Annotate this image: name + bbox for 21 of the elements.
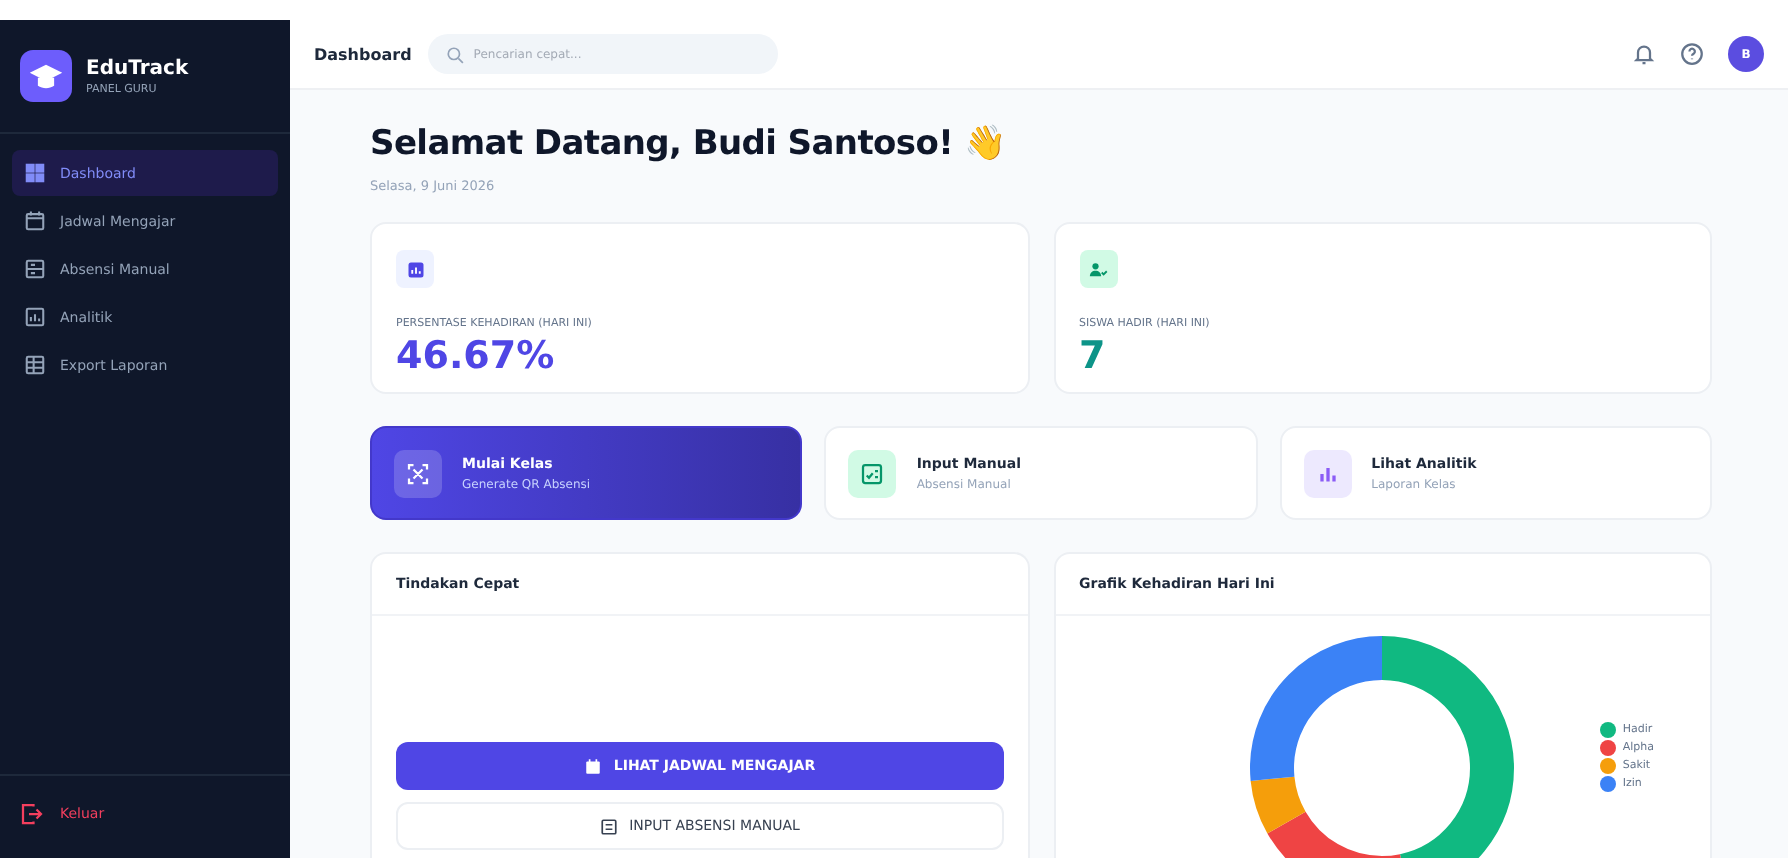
user-icon — [1088, 259, 1108, 279]
help-icon[interactable] — [1680, 42, 1704, 66]
logout-icon — [20, 802, 44, 826]
stat-value: 46.67% — [396, 334, 557, 378]
calendar-icon — [583, 757, 602, 775]
chart-icon — [405, 259, 425, 279]
calendar-icon — [24, 210, 46, 232]
list-icon — [599, 817, 618, 835]
bell-icon[interactable] — [1632, 42, 1656, 66]
list-icon — [24, 258, 46, 280]
grid-icon — [24, 162, 46, 184]
table-icon — [24, 354, 46, 376]
chart-icon — [24, 306, 46, 328]
welcome-heading: Selamat Datang, Budi Santoso! 👋 — [370, 122, 1008, 164]
qr-scan-icon — [406, 461, 430, 485]
checklist-icon — [860, 461, 885, 485]
graduation-cap-icon — [20, 50, 72, 102]
app-name: EduTrack — [86, 57, 189, 79]
search-icon — [445, 45, 464, 63]
stat-value: 7 — [1079, 334, 1108, 378]
page-title: Dashboard — [314, 45, 412, 63]
